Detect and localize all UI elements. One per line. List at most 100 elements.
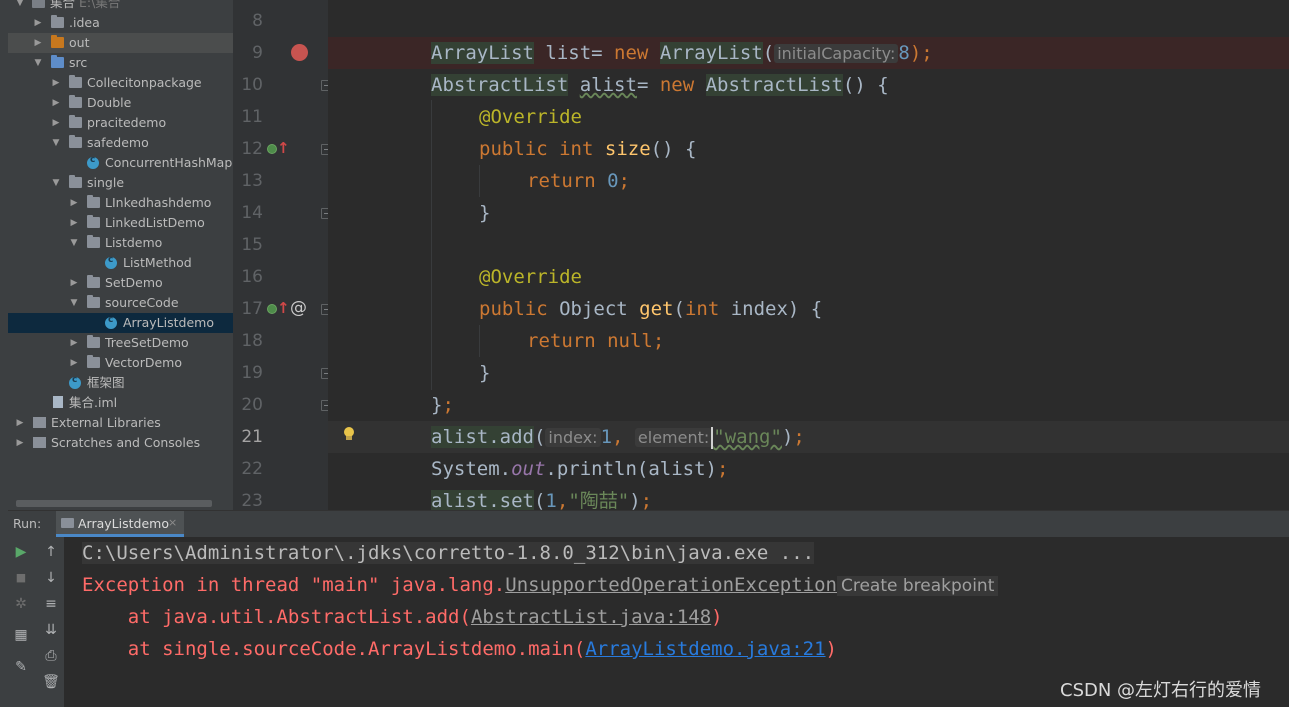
code-editor[interactable]: ArrayList list= new ArrayList(initialCap… — [328, 0, 1289, 510]
tree-item-iml[interactable]: 集合.iml — [8, 393, 233, 413]
chevron-right-icon[interactable]: ▶ — [69, 216, 79, 230]
chevron-right-icon[interactable]: ▶ — [33, 36, 43, 50]
chevron-right-icon[interactable]: ▶ — [69, 276, 79, 290]
code-number: 1 — [545, 490, 557, 510]
run-tab-label: ArrayListdemo — [78, 516, 169, 531]
chevron-right-icon[interactable]: ▶ — [15, 416, 25, 430]
tree-item-concurrenthashmap[interactable]: ConcurrentHashMapd — [8, 153, 233, 173]
chevron-right-icon[interactable]: ▶ — [15, 436, 25, 450]
run-config-icon — [61, 518, 74, 528]
tree-item-label: 集合 — [50, 0, 76, 10]
console-error: at java.util.AbstractList.add( — [82, 606, 471, 628]
code-keyword: return — [527, 170, 596, 192]
code-token: AbstractList — [705, 74, 843, 96]
annotation-at-icon[interactable]: @ — [290, 298, 307, 318]
code-token: = — [636, 74, 660, 96]
stacktrace-link[interactable]: AbstractList.java:148 — [471, 606, 711, 628]
pin-icon[interactable]: ✎ — [11, 657, 31, 677]
chevron-down-icon[interactable]: ▼ — [51, 136, 61, 150]
code-token: ); — [909, 42, 933, 64]
override-up-arrow-icon[interactable]: ↑ — [267, 139, 290, 158]
chevron-right-icon[interactable]: ▶ — [69, 196, 79, 210]
chevron-down-icon[interactable]: ▼ — [69, 296, 79, 310]
override-up-arrow-icon[interactable]: ↑ — [267, 299, 290, 318]
tree-item-listdemo[interactable]: ▼ Listdemo — [8, 233, 233, 253]
stop-icon[interactable]: ■ — [11, 568, 31, 588]
chevron-right-icon[interactable]: ▶ — [51, 116, 61, 130]
tree-item-double[interactable]: ▶ Double — [8, 93, 233, 113]
console-error: ) — [711, 606, 723, 628]
tree-item-label: safedemo — [87, 135, 149, 150]
lightbulb-icon[interactable] — [343, 427, 355, 441]
chevron-down-icon[interactable]: ▼ — [51, 176, 61, 190]
code-token: System. — [431, 458, 512, 480]
tree-item-sourcecode[interactable]: ▼ sourceCode — [8, 293, 233, 313]
chevron-right-icon[interactable]: ▶ — [33, 16, 43, 30]
soft-wrap-icon[interactable]: ≡ — [41, 594, 61, 614]
code-token: alist.set — [431, 490, 534, 510]
exception-link[interactable]: UnsupportedOperationException — [505, 574, 837, 596]
chevron-right-icon[interactable]: ▶ — [51, 76, 61, 90]
editor-gutter[interactable]: 8 9 10 11 12 13 14 15 16 17 18 19 20 21 … — [233, 0, 330, 511]
tree-item-vectordemo[interactable]: ▶ VectorDemo — [8, 353, 233, 373]
tree-item-root[interactable]: ▼ 集合 E:\集合 — [8, 0, 233, 13]
line-number: 18 — [241, 331, 263, 351]
tree-item-single[interactable]: ▼ single — [8, 173, 233, 193]
tree-item-label: single — [87, 175, 125, 190]
tree-item-pracitedemo[interactable]: ▶ pracitedemo — [8, 113, 233, 133]
code-token: () { — [650, 138, 697, 160]
package-icon — [87, 215, 100, 228]
tree-item-treesetdemo[interactable]: ▶ TreeSetDemo — [8, 333, 233, 353]
tree-item-out[interactable]: ▶ out — [8, 33, 233, 53]
line-number: 16 — [241, 267, 263, 287]
project-tree[interactable]: ▼ 集合 E:\集合 ▶ .idea ▶ out ▼ src ▶ Collecit… — [8, 0, 233, 510]
chevron-down-icon[interactable]: ▼ — [15, 0, 25, 10]
chevron-down-icon[interactable]: ▼ — [69, 236, 79, 250]
breakpoint-icon[interactable] — [291, 44, 308, 61]
console-error: at single.sourceCode.ArrayListdemo.main( — [82, 638, 586, 660]
debug-icon[interactable]: ✲ — [11, 594, 31, 614]
tree-item-src[interactable]: ▼ src — [8, 53, 233, 73]
print-icon[interactable]: ⎙ — [41, 646, 61, 666]
tree-item-idea[interactable]: ▶ .idea — [8, 13, 233, 33]
tree-item-listmethod[interactable]: ListMethod — [8, 253, 233, 273]
rerun-icon[interactable]: ▶ — [11, 542, 31, 562]
chevron-right-icon[interactable]: ▶ — [69, 336, 79, 350]
chevron-right-icon[interactable]: ▶ — [51, 96, 61, 110]
tree-item-external-libraries[interactable]: ▶ External Libraries — [8, 413, 233, 433]
code-line-12: public int size() { — [479, 133, 696, 165]
scroll-to-end-icon[interactable]: ⇊ — [41, 620, 61, 640]
up-arrow-icon[interactable]: ↑ — [41, 542, 61, 562]
tree-item-framework-diagram[interactable]: 框架图 — [8, 373, 233, 393]
tree-item-label: External Libraries — [51, 415, 161, 430]
stacktrace-link[interactable]: ArrayListdemo.java:21 — [585, 638, 825, 660]
code-token: AbstractList — [431, 74, 569, 96]
trash-icon[interactable]: 🗑 — [41, 672, 61, 692]
run-tab-arraylistdemo[interactable]: ArrayListdemo × — [56, 511, 184, 537]
tree-item-label: out — [69, 35, 90, 50]
chevron-right-icon[interactable]: ▶ — [69, 356, 79, 370]
chevron-down-icon[interactable]: ▼ — [33, 56, 43, 70]
create-breakpoint-hint[interactable]: Create breakpoint — [836, 576, 999, 596]
line-number: 15 — [241, 235, 263, 255]
tree-item-arraylistdemo[interactable]: ArrayListdemo — [8, 313, 233, 333]
tree-item-linkedhashdemo[interactable]: ▶ LInkedhashdemo — [8, 193, 233, 213]
close-icon[interactable]: × — [168, 516, 177, 529]
tree-item-linkedlistdemo[interactable]: ▶ LinkedListDemo — [8, 213, 233, 233]
code-token: index) { — [719, 298, 823, 320]
console-error: ) — [825, 638, 837, 660]
horizontal-scrollbar[interactable] — [16, 500, 212, 507]
tree-item-label: 集合.iml — [69, 395, 118, 410]
down-arrow-icon[interactable]: ↓ — [41, 568, 61, 588]
layout-icon[interactable]: ▦ — [11, 625, 31, 645]
code-line-14: } — [479, 197, 490, 229]
line-number: 19 — [241, 363, 263, 383]
tree-item-label: sourceCode — [105, 295, 179, 310]
tree-item-collectionpackage[interactable]: ▶ Collecitonpackage — [8, 73, 233, 93]
tree-item-setdemo[interactable]: ▶ SetDemo — [8, 273, 233, 293]
tree-item-scratches[interactable]: ▶ Scratches and Consoles — [8, 433, 233, 453]
tree-item-safedemo[interactable]: ▼ safedemo — [8, 133, 233, 153]
